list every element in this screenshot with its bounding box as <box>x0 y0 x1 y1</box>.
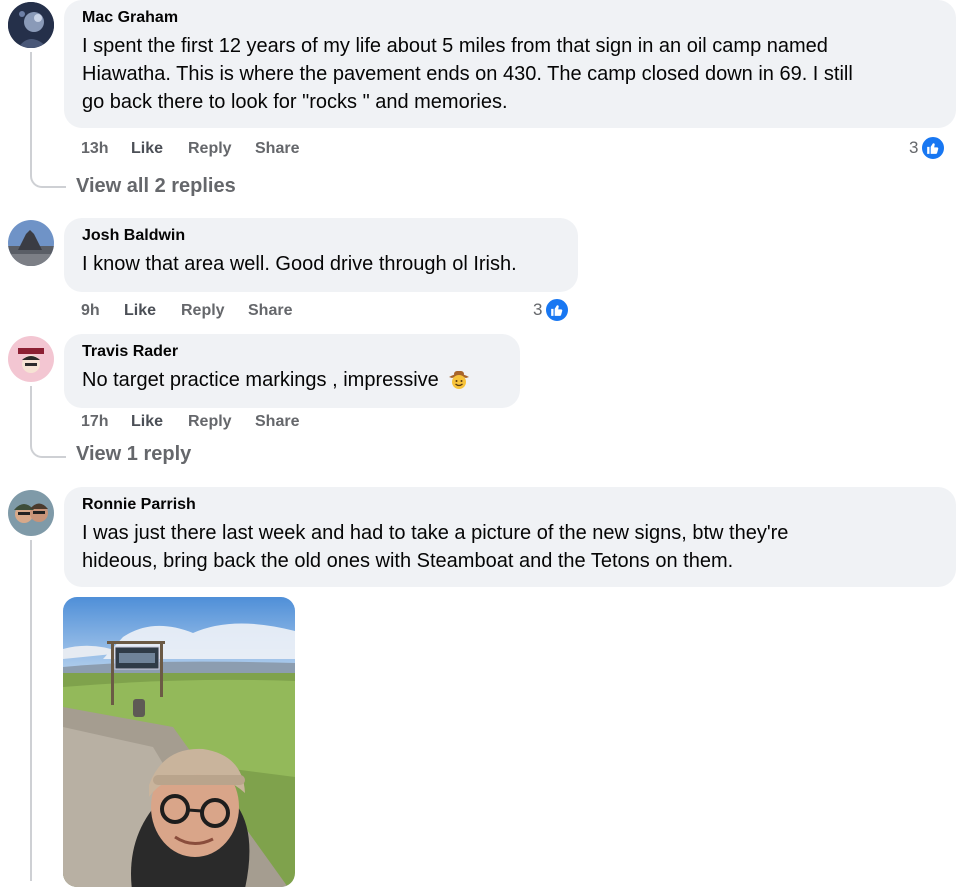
comment-actions: 17h Like Reply Share <box>81 413 381 435</box>
like-button[interactable]: Like <box>131 140 163 158</box>
comment-bubble: Ronnie Parrish I was just there last wee… <box>64 487 956 587</box>
reply-button[interactable]: Reply <box>188 413 232 431</box>
reply-connector <box>30 430 66 458</box>
comment-actions: 9h Like Reply Share <box>81 302 381 324</box>
comment-text-row: No target practice markings , impressive <box>82 366 506 394</box>
like-reaction-icon <box>544 297 571 323</box>
reaction-count[interactable]: 3 <box>909 135 947 161</box>
reaction-number: 3 <box>533 300 543 319</box>
view-replies-link[interactable]: View 1 reply <box>76 443 191 466</box>
reply-connector <box>30 160 66 188</box>
comment-text: No target practice markings , impressive <box>82 369 439 391</box>
like-reaction-icon <box>920 135 947 161</box>
comment-bubble: Mac Graham I spent the first 12 years of… <box>64 0 956 128</box>
avatar[interactable] <box>8 336 54 382</box>
reply-button[interactable]: Reply <box>188 140 232 158</box>
comment-author[interactable]: Mac Graham <box>82 8 942 28</box>
comment-author[interactable]: Travis Rader <box>82 342 506 362</box>
comment-time[interactable]: 13h <box>81 140 109 158</box>
comment-text: I know that area well. Good drive throug… <box>82 253 517 275</box>
cowboy-face-emoji-icon <box>448 368 470 390</box>
comment-text-line: I spent the first 12 years of my life ab… <box>82 35 828 57</box>
reply-button[interactable]: Reply <box>181 302 225 320</box>
comment-time[interactable]: 9h <box>81 302 100 320</box>
comment-bubble: Travis Rader No target practice markings… <box>64 334 520 408</box>
thread-line <box>30 540 32 881</box>
reaction-number: 3 <box>909 138 919 157</box>
comment-text-line: hideous, bring back the old ones with St… <box>82 550 734 572</box>
avatar[interactable] <box>8 220 54 266</box>
comment-time[interactable]: 17h <box>81 413 109 431</box>
comment-text-line: go back there to look for "rocks " and m… <box>82 91 508 113</box>
thread-line <box>30 52 32 172</box>
avatar[interactable] <box>8 490 54 536</box>
comment-text-line: I was just there last week and had to ta… <box>82 522 789 544</box>
avatar[interactable] <box>8 2 54 48</box>
comment-actions: 13h Like Reply Share <box>81 140 381 162</box>
like-button[interactable]: Like <box>131 413 163 431</box>
comment-text-line: Hiawatha. This is where the pavement end… <box>82 63 853 85</box>
comment-author[interactable]: Josh Baldwin <box>82 226 564 246</box>
comment-author[interactable]: Ronnie Parrish <box>82 495 942 515</box>
reaction-count[interactable]: 3 <box>533 297 571 323</box>
photo-attachment[interactable] <box>63 597 295 887</box>
like-button[interactable]: Like <box>124 302 156 320</box>
comment-bubble: Josh Baldwin I know that area well. Good… <box>64 218 578 292</box>
view-replies-link[interactable]: View all 2 replies <box>76 175 236 198</box>
share-button[interactable]: Share <box>248 302 292 320</box>
share-button[interactable]: Share <box>255 140 299 158</box>
share-button[interactable]: Share <box>255 413 299 431</box>
